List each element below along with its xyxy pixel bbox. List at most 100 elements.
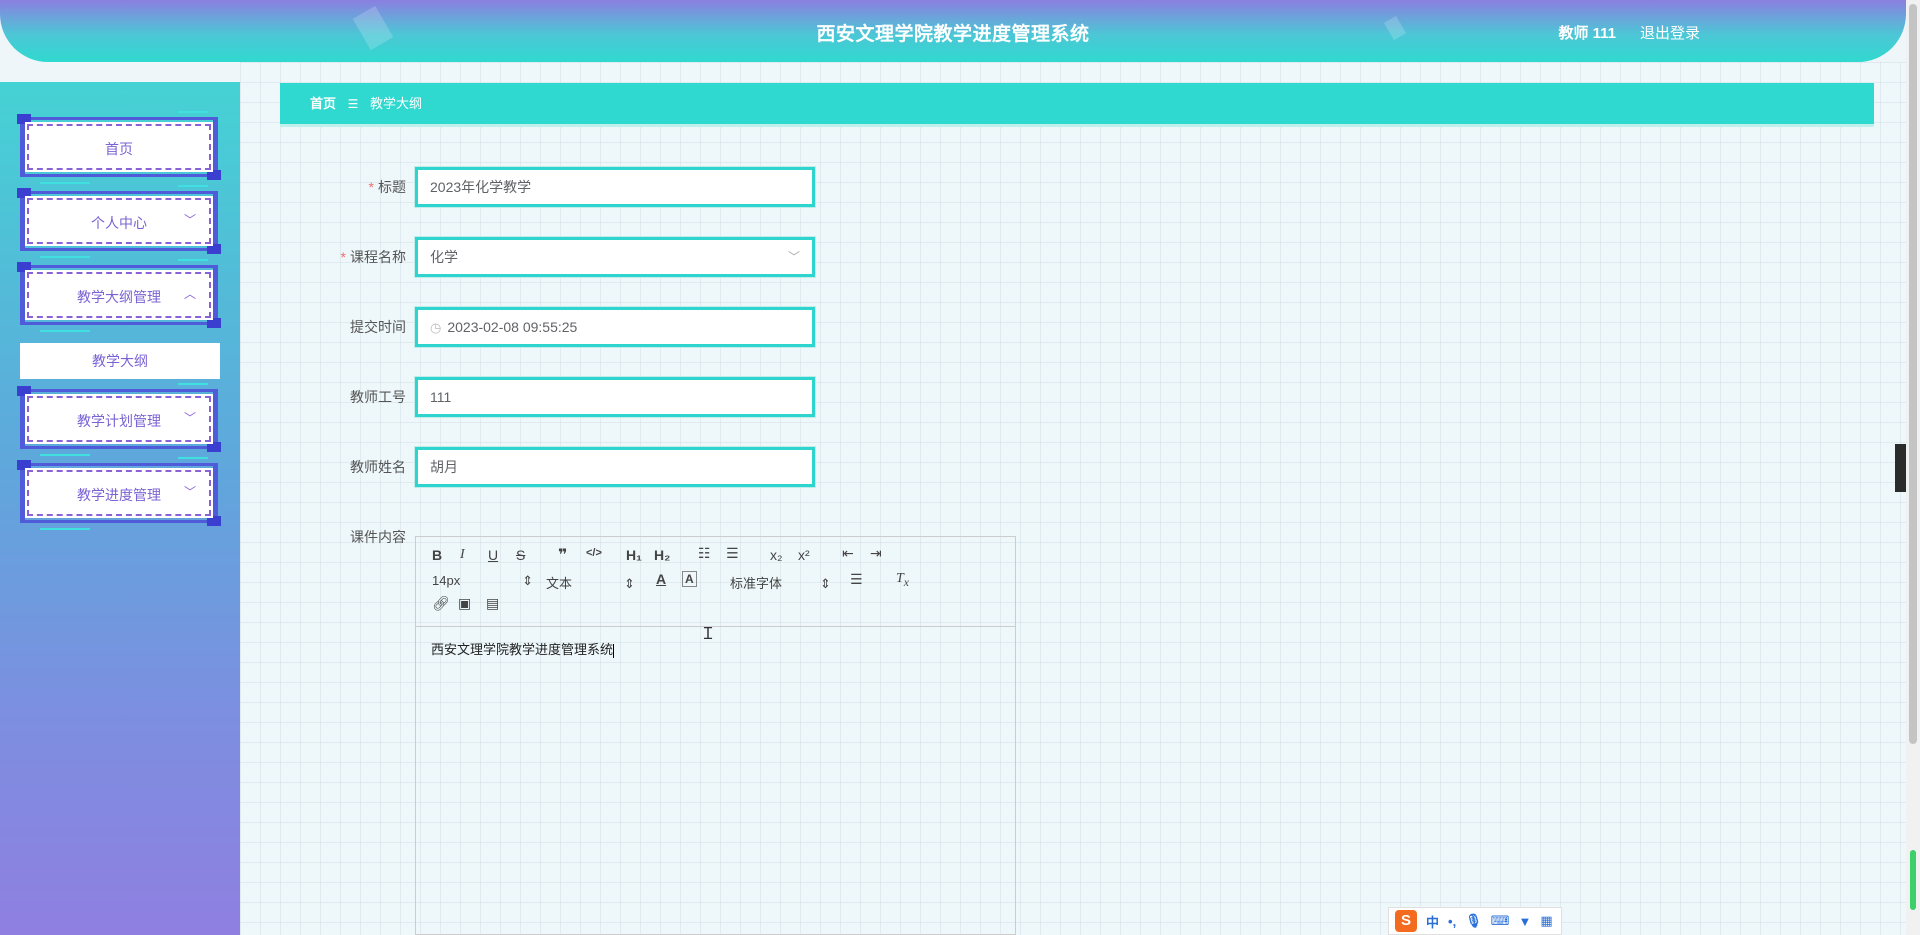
ime-toolbar: S 中 •, 🎙︎ ⌨ ▼ ▦ — [1388, 907, 1562, 935]
editor-text: 西安文理学院教学进度管理系统 — [431, 642, 614, 657]
menu-line — [40, 454, 90, 456]
form-label-title: * 标题 — [280, 167, 406, 207]
rich-text-editor: B I U S ❞ </> H₁ H₂ ☷ ☰ x₂ x² ⇤ ⇥ 14px ⇕ … — [415, 536, 1016, 935]
indent-icon[interactable]: ⇥ — [870, 545, 882, 562]
updown-icon: ⇕ — [522, 573, 534, 588]
updown-icon: ⇕ — [624, 576, 635, 591]
teacher-id-input[interactable]: 111 — [414, 376, 816, 418]
bullet-list-icon[interactable]: ☰ — [726, 545, 739, 562]
font-family-select[interactable]: 标准字体 ⇕ — [730, 573, 831, 592]
teacher-name-input[interactable]: 胡月 — [414, 446, 816, 488]
strikethrough-icon[interactable]: S — [516, 547, 525, 563]
form-label-submit-time: 提交时间 — [350, 319, 406, 335]
menu-corner — [207, 318, 221, 328]
chevron-up-icon: ︿ — [183, 287, 196, 301]
ime-mode[interactable]: 中 — [1426, 912, 1439, 931]
menu-corner — [17, 460, 31, 470]
sogou-logo-icon[interactable]: S — [1395, 910, 1417, 932]
chevron-down-icon: ﹀ — [183, 213, 196, 227]
scrollbar-indicator — [1910, 850, 1916, 910]
chevron-down-icon: ﹀ — [183, 485, 196, 499]
sidebar-item-personal-center[interactable]: 个人中心 ﹀ — [17, 185, 221, 258]
punctuation-icon[interactable]: •, — [1448, 914, 1456, 929]
menu-line — [178, 185, 208, 187]
title-input[interactable]: 2023年化学教学 — [414, 166, 816, 208]
font-family-value: 标准字体 — [730, 576, 783, 591]
submenu-item-syllabus[interactable]: 教学大纲 — [20, 343, 220, 379]
heading1-icon[interactable]: H₁ — [626, 547, 642, 563]
required-mark: * — [340, 249, 346, 265]
font-color-icon[interactable]: A — [656, 571, 666, 587]
menu-line — [178, 457, 208, 459]
menu-corner — [207, 170, 221, 180]
updown-icon: ⇕ — [820, 576, 831, 591]
chevron-down-icon: ﹀ — [787, 250, 800, 264]
menu-line — [40, 256, 90, 258]
italic-icon[interactable]: I — [460, 547, 465, 563]
menu-corner — [207, 244, 221, 254]
sidebar-item-progress-management[interactable]: 教学进度管理 ﹀ — [17, 457, 221, 530]
form-label-content: 课件内容 — [350, 529, 406, 545]
background-color-icon[interactable]: A — [682, 571, 697, 587]
keyboard-icon[interactable]: ⌨ — [1491, 913, 1510, 929]
breadcrumb-home[interactable]: 首页 — [310, 96, 336, 111]
block-type-select[interactable]: 文本 ⇕ — [546, 573, 635, 592]
sidebar-item-home[interactable]: 首页 — [17, 111, 221, 184]
menu-corner — [17, 188, 31, 198]
required-mark: * — [368, 179, 374, 195]
editor-toolbar: B I U S ❞ </> H₁ H₂ ☷ ☰ x₂ x² ⇤ ⇥ 14px ⇕ … — [416, 537, 1015, 627]
submit-time-value: 2023-02-08 09:55:25 — [447, 319, 578, 335]
menu-corner — [207, 442, 221, 452]
menu-line — [40, 182, 90, 184]
apps-icon[interactable]: ▦ — [1540, 913, 1552, 929]
breadcrumb-current: 教学大纲 — [370, 96, 423, 111]
video-icon[interactable]: ▤ — [486, 595, 499, 612]
subscript-icon[interactable]: x₂ — [770, 547, 782, 563]
clear-format-icon[interactable]: Tx — [896, 571, 909, 589]
menu-corner — [17, 262, 31, 272]
sidebar-item-plan-management[interactable]: 教学计划管理 ﹀ — [17, 383, 221, 456]
ibeam-cursor-icon: Ｉ — [700, 626, 717, 643]
form-label-teacher-id: 教师工号 — [350, 389, 406, 405]
block-type-value: 文本 — [546, 576, 573, 591]
align-icon[interactable]: ☰ — [850, 571, 863, 588]
top-header: 西安文理学院教学进度管理系统 教师 111 退出登录 — [0, 0, 1906, 62]
course-select[interactable]: 化学 ﹀ — [414, 236, 816, 278]
menu-line — [178, 111, 208, 113]
outdent-icon[interactable]: ⇤ — [842, 545, 854, 562]
skin-icon[interactable]: ▼ — [1518, 914, 1531, 929]
menu-icon: ☰ — [347, 97, 359, 111]
link-icon[interactable]: 🔗︎ — [432, 595, 450, 612]
image-icon[interactable]: ▣ — [458, 595, 471, 612]
scrollbar-thumb[interactable] — [1909, 4, 1917, 744]
label-text: 标题 — [378, 179, 406, 195]
sidebar-item-syllabus-management[interactable]: 教学大纲管理 ︿ — [17, 259, 221, 332]
chevron-down-icon: ﹀ — [183, 411, 196, 425]
logout-link[interactable]: 退出登录 — [1640, 22, 1700, 43]
font-size-select[interactable]: 14px ⇕ — [432, 573, 533, 589]
form-label-course: * 课程名称 — [280, 237, 406, 277]
blockquote-icon[interactable]: ❞ — [558, 545, 567, 565]
menu-line — [178, 383, 208, 385]
font-size-value: 14px — [432, 573, 461, 588]
sidebar: 首页 个人中心 ﹀ 教学大纲管理 ︿ 教学大纲 教学计划管理 ﹀ 教学进度管理 … — [0, 82, 240, 935]
breadcrumb: 首页 ☰ 教学大纲 — [280, 83, 1874, 127]
underline-icon[interactable]: U — [488, 547, 498, 563]
menu-corner — [17, 386, 31, 396]
submit-time-picker[interactable]: ◷ 2023-02-08 09:55:25 — [414, 306, 816, 348]
code-icon[interactable]: </> — [586, 547, 602, 559]
app-title: 西安文理学院教学进度管理系统 — [816, 24, 1090, 45]
bold-icon[interactable]: B — [432, 547, 442, 563]
heading2-icon[interactable]: H₂ — [654, 547, 670, 563]
menu-corner — [207, 516, 221, 526]
clock-icon: ◷ — [430, 320, 442, 335]
ordered-list-icon[interactable]: ☷ — [698, 545, 711, 562]
menu-corner — [17, 114, 31, 124]
superscript-icon[interactable]: x² — [798, 547, 810, 563]
menu-line — [40, 528, 90, 530]
microphone-icon[interactable]: 🎙︎ — [1465, 913, 1482, 929]
current-user: 教师 111 — [1558, 25, 1616, 42]
menu-line — [40, 330, 90, 332]
course-select-value: 化学 — [430, 249, 458, 265]
sidebar-item-label: 首页 — [105, 141, 133, 157]
